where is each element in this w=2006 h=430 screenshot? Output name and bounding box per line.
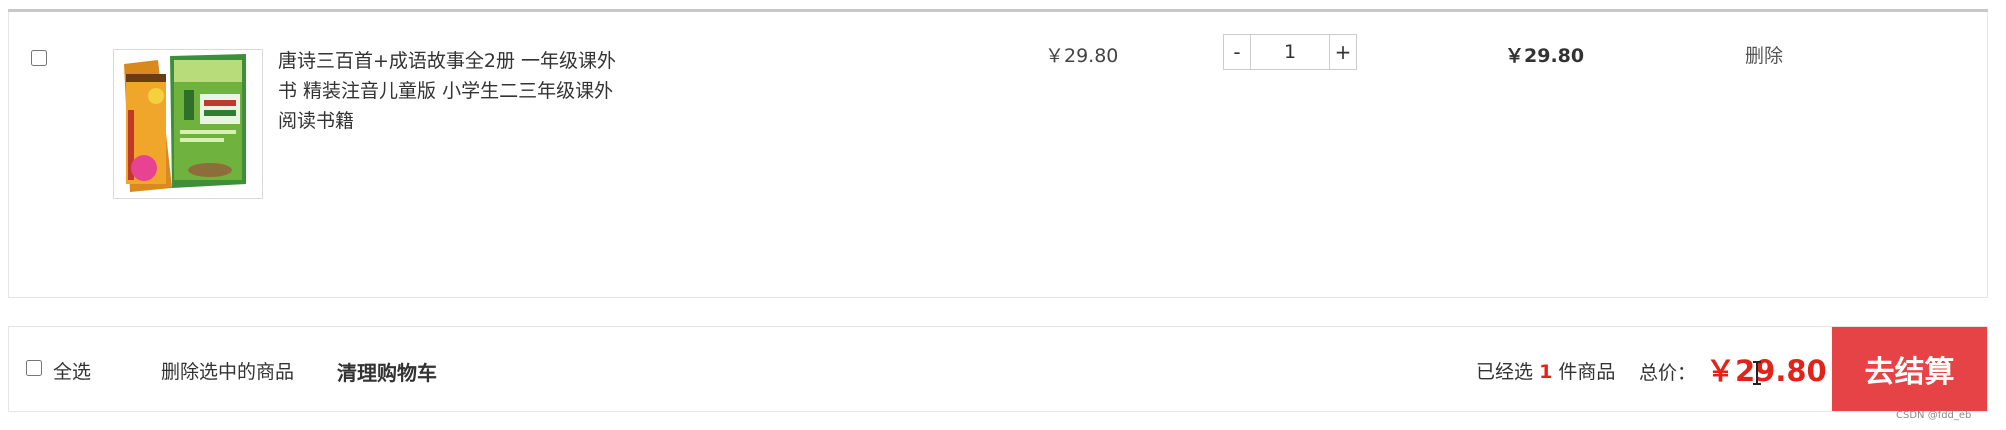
delete-item-button[interactable]: 删除: [1745, 41, 1783, 68]
watermark-text: CSDN @fdd_eb: [1896, 410, 1972, 421]
increment-button[interactable]: +: [1329, 34, 1357, 70]
selected-prefix: 已经选: [1476, 361, 1534, 383]
clear-cart-button[interactable]: 清理购物车: [337, 357, 437, 386]
item-subtotal: ￥29.80: [1505, 45, 1585, 67]
book-cover-icon: [114, 50, 262, 198]
item-checkbox[interactable]: [31, 50, 47, 66]
select-all-label[interactable]: 全选: [53, 357, 91, 384]
total-label: 总价：: [1639, 362, 1697, 384]
selected-count-number: 1: [1539, 361, 1553, 383]
book-cover-image[interactable]: [113, 49, 263, 199]
selected-count-text: 已经选 1 件商品: [1476, 357, 1615, 384]
item-title[interactable]: 唐诗三百首+成语故事全2册 一年级课外书 精装注音儿童版 小学生二三年级课外阅读…: [278, 46, 623, 136]
cart-item-row: 唐诗三百首+成语故事全2册 一年级课外书 精装注音儿童版 小学生二三年级课外阅读…: [8, 12, 1988, 298]
quantity-input[interactable]: [1251, 34, 1329, 70]
checkout-button[interactable]: 去结算: [1832, 327, 1987, 411]
select-all-checkbox[interactable]: [26, 360, 42, 376]
unit-price: ￥29.80: [1045, 45, 1119, 67]
decrement-button[interactable]: -: [1223, 34, 1251, 70]
cart-footer-bar: 全选 删除选中的商品 清理购物车 已经选 1 件商品 总价： ￥29.80 去结…: [8, 326, 1988, 412]
selected-suffix: 件商品: [1558, 361, 1616, 383]
text-cursor-icon: [1753, 361, 1761, 385]
delete-selected-button[interactable]: 删除选中的商品: [161, 357, 294, 384]
total-price: ￥29.80: [1706, 354, 1827, 388]
quantity-stepper: - +: [1223, 34, 1357, 70]
